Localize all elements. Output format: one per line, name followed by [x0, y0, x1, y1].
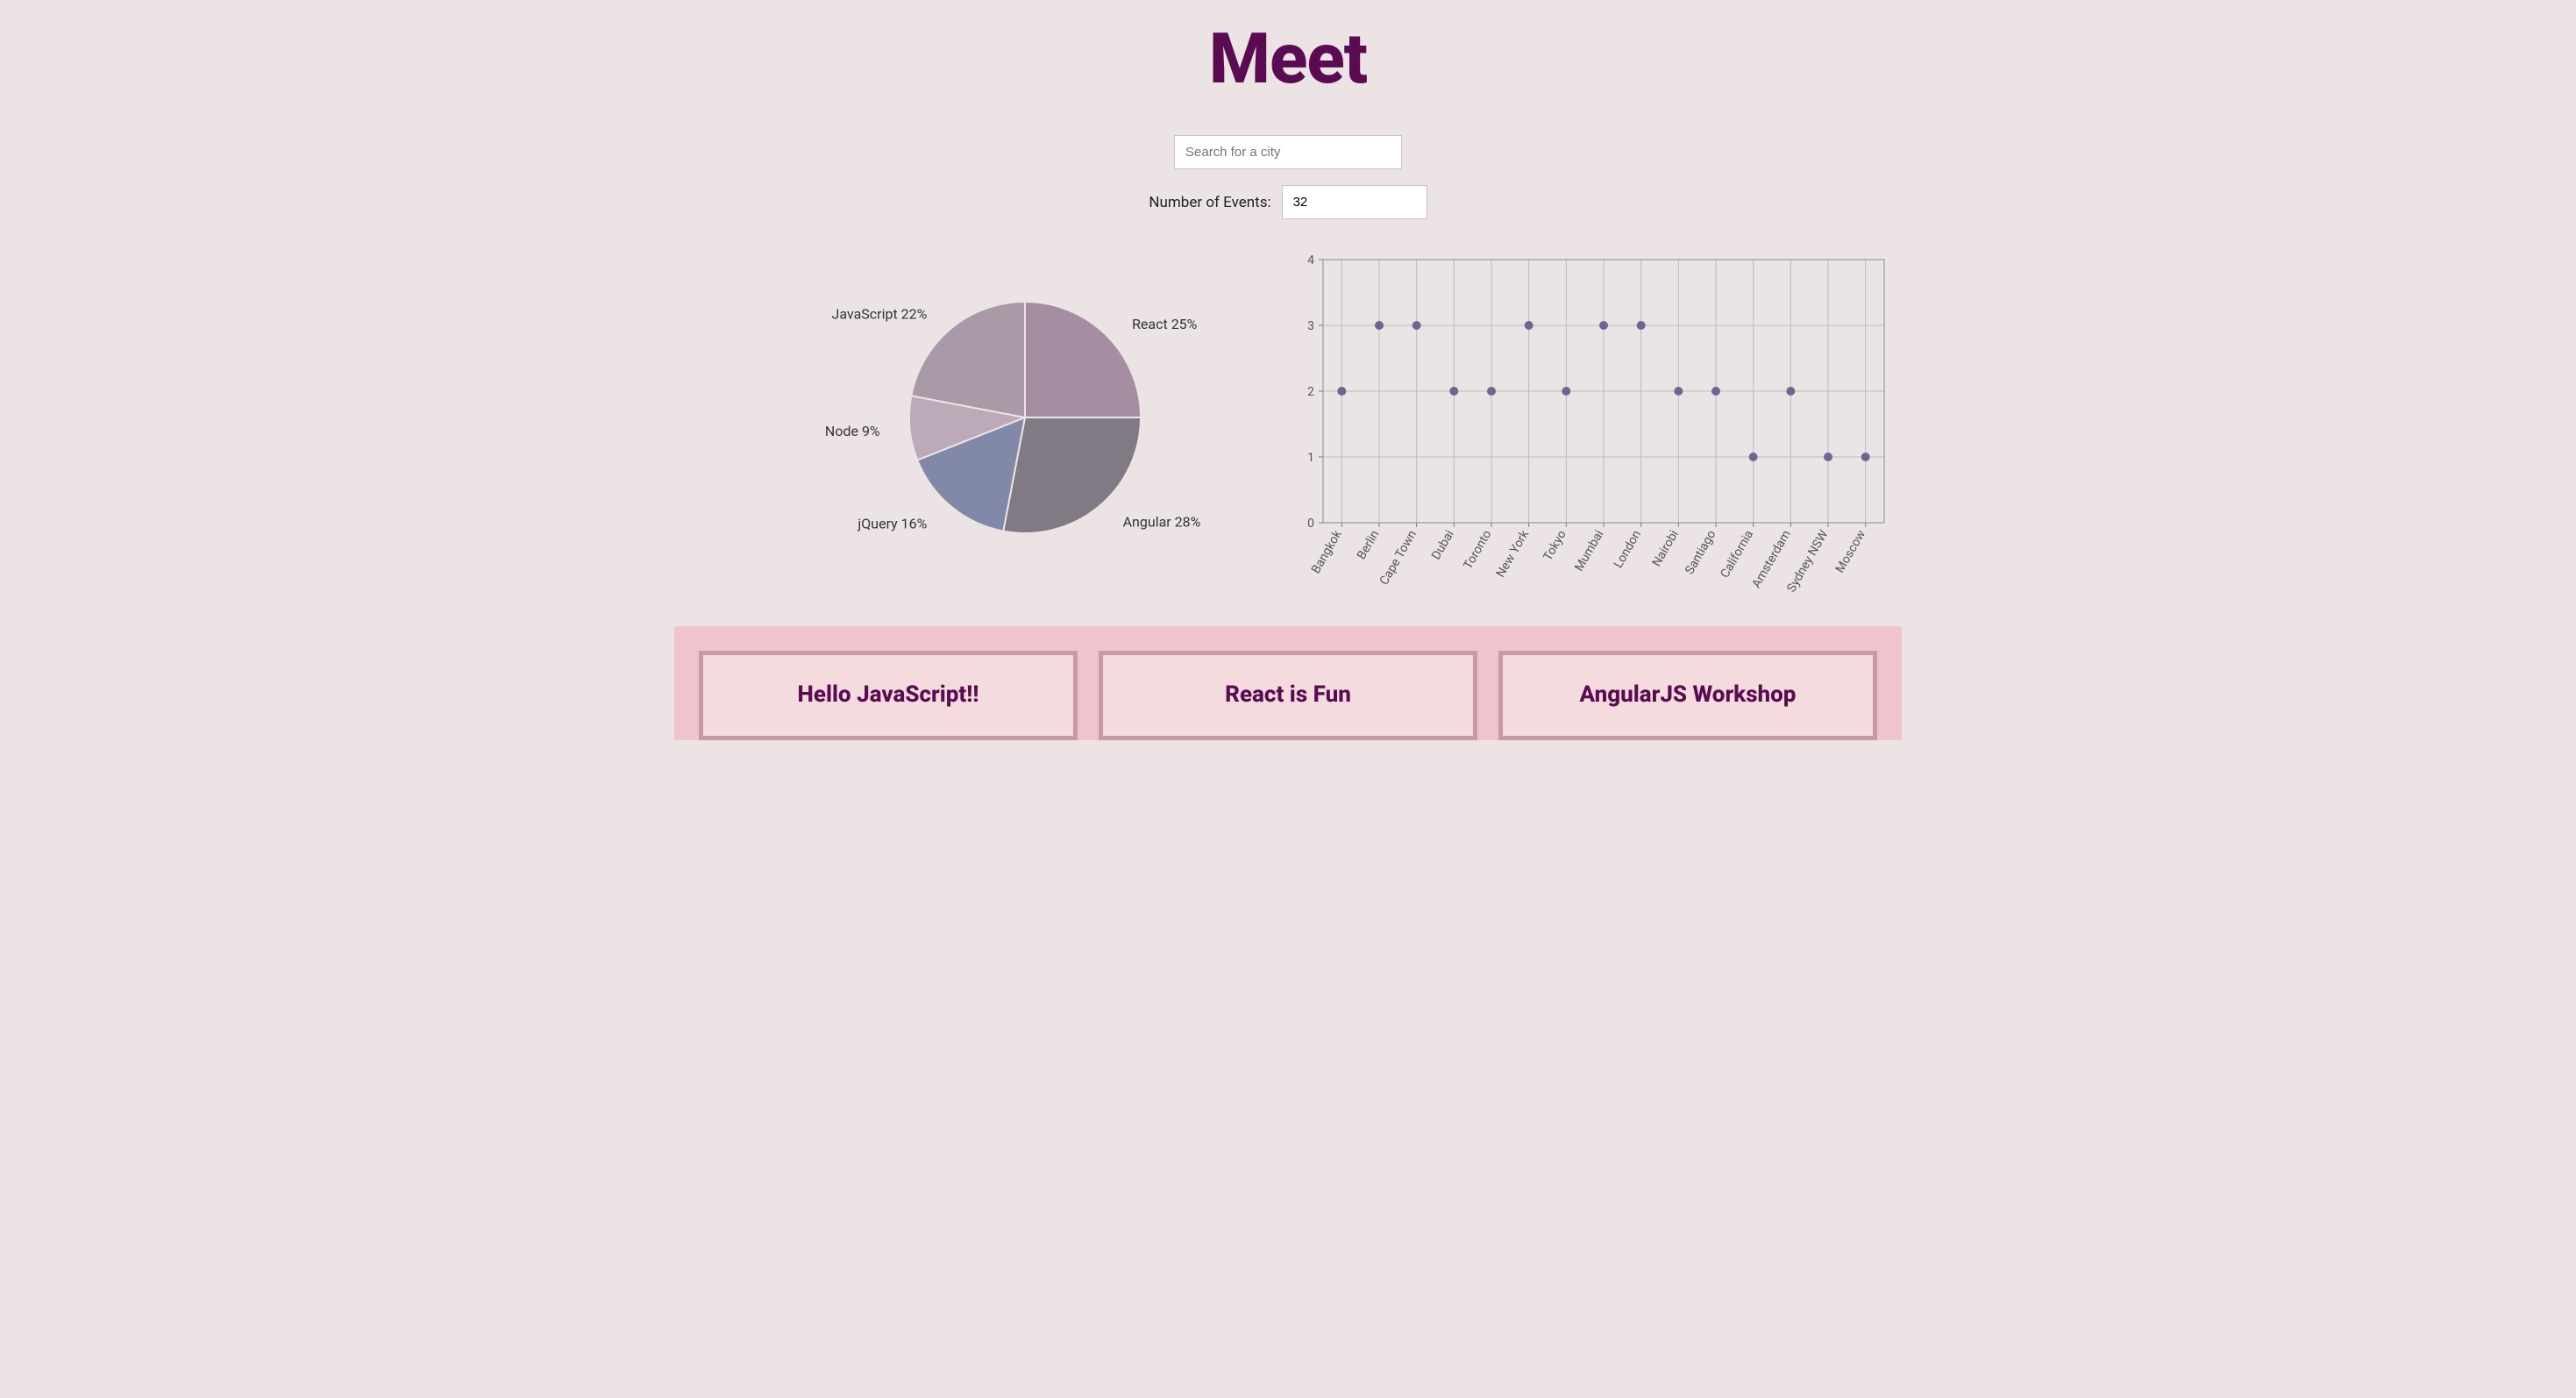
- y-tick-label: 3: [1307, 319, 1314, 333]
- x-tick-label: Moscow: [1833, 528, 1869, 576]
- x-tick-label: Mumbai: [1572, 528, 1606, 574]
- scatter-point: [1525, 321, 1534, 330]
- y-tick-label: 0: [1307, 517, 1314, 531]
- scatter-point: [1711, 387, 1720, 396]
- x-tick-label: Amsterdam: [1749, 528, 1793, 590]
- num-events-row: Number of Events:: [1149, 185, 1427, 219]
- x-tick-label: Bangkok: [1309, 527, 1345, 576]
- x-tick-label: Cape Town: [1377, 528, 1420, 588]
- x-tick-label: Berlin: [1355, 528, 1383, 562]
- event-card: React is Fun: [1099, 651, 1477, 740]
- y-tick-label: 4: [1307, 253, 1314, 267]
- event-card: Hello JavaScript!!: [699, 651, 1078, 740]
- scatter-point: [1487, 387, 1496, 396]
- scatter-point: [1786, 387, 1795, 396]
- x-tick-label: Tokyo: [1541, 528, 1569, 563]
- scatter-point: [1449, 387, 1458, 396]
- scatter-point: [1337, 387, 1346, 396]
- scatter-point: [1413, 321, 1421, 330]
- num-events-label: Number of Events:: [1149, 194, 1270, 211]
- search-input[interactable]: [1174, 135, 1402, 169]
- y-tick-label: 1: [1307, 451, 1314, 465]
- scatter-point: [1674, 387, 1683, 396]
- pie-slice: [1003, 417, 1141, 533]
- pie-slice-label: React 25%: [1132, 316, 1198, 332]
- event-title: AngularJS Workshop: [1524, 681, 1852, 708]
- event-card: AngularJS Workshop: [1498, 651, 1877, 740]
- event-title: Hello JavaScript!!: [724, 681, 1052, 708]
- scatter-point: [1824, 453, 1832, 461]
- scatter-chart: 01234BangkokBerlinCape TownDubaiTorontoN…: [1288, 251, 1902, 602]
- scatter-point: [1861, 453, 1870, 461]
- pie-slice-label: Node 9%: [825, 423, 880, 439]
- x-tick-label: Dubai: [1429, 528, 1457, 562]
- x-tick-label: Toronto: [1461, 528, 1494, 572]
- num-events-input[interactable]: [1282, 185, 1427, 219]
- charts-row: React 25% Angular 28% jQuery 16% Node 9% Jav…: [674, 251, 1902, 602]
- x-tick-label: California: [1718, 528, 1756, 581]
- scatter-point: [1599, 321, 1608, 330]
- page-title: Meet: [674, 18, 1902, 100]
- scatter-point: [1749, 453, 1758, 461]
- events-panel: Hello JavaScript!! React is Fun AngularJ…: [674, 626, 1902, 740]
- x-tick-label: Nairobi: [1650, 528, 1682, 569]
- scatter-point: [1562, 387, 1570, 396]
- pie-chart: React 25% Angular 28% jQuery 16% Node 9% Jav…: [674, 251, 1253, 584]
- x-tick-label: Santiago: [1683, 528, 1719, 577]
- scatter-point: [1375, 321, 1384, 330]
- pie-slice-label: Angular 28%: [1123, 514, 1201, 531]
- pie-slice-label: jQuery 16%: [857, 516, 927, 532]
- x-tick-label: New York: [1494, 527, 1533, 580]
- controls: Number of Events:: [674, 135, 1902, 219]
- scatter-point: [1637, 321, 1646, 330]
- x-tick-label: London: [1612, 528, 1644, 571]
- pie-slice: [1025, 302, 1141, 417]
- event-title: React is Fun: [1124, 681, 1452, 708]
- y-tick-label: 2: [1307, 385, 1314, 399]
- pie-slice-label: JavaScript 22%: [832, 305, 928, 322]
